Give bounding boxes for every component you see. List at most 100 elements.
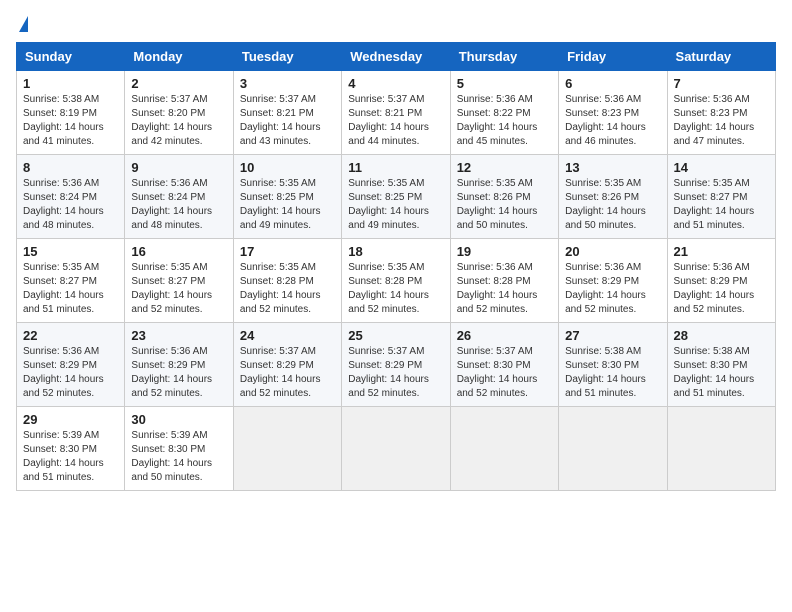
day-info: Sunrise: 5:37 AM Sunset: 8:29 PM Dayligh… <box>240 345 335 401</box>
calendar-cell <box>233 407 341 491</box>
calendar-cell: 16 Sunrise: 5:35 AM Sunset: 8:27 PM Dayli… <box>125 239 233 323</box>
day-info: Sunrise: 5:36 AM Sunset: 8:23 PM Dayligh… <box>565 93 660 149</box>
calendar-cell: 11Sunrise: 5:35 AM Sunset: 8:25 PM Dayli… <box>342 155 450 239</box>
day-number: 13 <box>565 160 660 175</box>
day-number: 25 <box>348 328 443 343</box>
calendar-cell: 24Sunrise: 5:37 AM Sunset: 8:29 PM Dayli… <box>233 323 341 407</box>
day-info: Sunrise: 5:37 AM Sunset: 8:20 PM Dayligh… <box>131 93 226 149</box>
day-number: 5 <box>457 76 552 91</box>
day-info: Sunrise: 5:36 AM Sunset: 8:29 PM Dayligh… <box>131 345 226 401</box>
day-number: 12 <box>457 160 552 175</box>
calendar-cell: 14 Sunrise: 5:35 AM Sunset: 8:27 PM Dayli… <box>667 155 775 239</box>
calendar-cell: 6 Sunrise: 5:36 AM Sunset: 8:23 PM Daylig… <box>559 71 667 155</box>
day-number: 15 <box>23 244 118 259</box>
day-info: Sunrise: 5:35 AM Sunset: 8:25 PM Dayligh… <box>240 177 335 233</box>
calendar-cell: 27Sunrise: 5:38 AM Sunset: 8:30 PM Dayli… <box>559 323 667 407</box>
day-number: 2 <box>131 76 226 91</box>
calendar-cell: 17 Sunrise: 5:35 AM Sunset: 8:28 PM Dayli… <box>233 239 341 323</box>
day-number: 14 <box>674 160 769 175</box>
calendar-cell: 3 Sunrise: 5:37 AM Sunset: 8:21 PM Daylig… <box>233 71 341 155</box>
calendar-cell: 12 Sunrise: 5:35 AM Sunset: 8:26 PM Dayli… <box>450 155 558 239</box>
calendar-cell: 28 Sunrise: 5:38 AM Sunset: 8:30 PM Dayli… <box>667 323 775 407</box>
day-number: 10 <box>240 160 335 175</box>
calendar-cell: 1 Sunrise: 5:38 AM Sunset: 8:19 PM Daylig… <box>17 71 125 155</box>
day-info: Sunrise: 5:37 AM Sunset: 8:21 PM Dayligh… <box>240 93 335 149</box>
day-info: Sunrise: 5:35 AM Sunset: 8:27 PM Dayligh… <box>131 261 226 317</box>
day-info: Sunrise: 5:35 AM Sunset: 8:26 PM Dayligh… <box>457 177 552 233</box>
calendar-cell: 2 Sunrise: 5:37 AM Sunset: 8:20 PM Daylig… <box>125 71 233 155</box>
calendar-cell: 29 Sunrise: 5:39 AM Sunset: 8:30 PM Dayli… <box>17 407 125 491</box>
day-number: 16 <box>131 244 226 259</box>
day-number: 21 <box>674 244 769 259</box>
page-header <box>16 16 776 30</box>
calendar-cell <box>559 407 667 491</box>
day-number: 29 <box>23 412 118 427</box>
calendar-cell: 30 Sunrise: 5:39 AM Sunset: 8:30 PM Dayli… <box>125 407 233 491</box>
calendar-cell: 26Sunrise: 5:37 AM Sunset: 8:30 PM Dayli… <box>450 323 558 407</box>
calendar-cell: 23 Sunrise: 5:36 AM Sunset: 8:29 PM Dayli… <box>125 323 233 407</box>
day-number: 8 <box>23 160 118 175</box>
day-number: 19 <box>457 244 552 259</box>
day-info: Sunrise: 5:36 AM Sunset: 8:22 PM Dayligh… <box>457 93 552 149</box>
day-info: Sunrise: 5:35 AM Sunset: 8:27 PM Dayligh… <box>23 261 118 317</box>
calendar-header-thursday: Thursday <box>450 43 558 71</box>
calendar-cell: 4 Sunrise: 5:37 AM Sunset: 8:21 PM Daylig… <box>342 71 450 155</box>
day-info: Sunrise: 5:37 AM Sunset: 8:21 PM Dayligh… <box>348 93 443 149</box>
calendar-header-saturday: Saturday <box>667 43 775 71</box>
day-number: 22 <box>23 328 118 343</box>
calendar-header-friday: Friday <box>559 43 667 71</box>
day-number: 18 <box>348 244 443 259</box>
day-info: Sunrise: 5:36 AM Sunset: 8:24 PM Dayligh… <box>23 177 118 233</box>
day-number: 17 <box>240 244 335 259</box>
calendar-cell: 8 Sunrise: 5:36 AM Sunset: 8:24 PM Daylig… <box>17 155 125 239</box>
calendar-cell <box>667 407 775 491</box>
day-info: Sunrise: 5:38 AM Sunset: 8:19 PM Dayligh… <box>23 93 118 149</box>
calendar-cell: 5 Sunrise: 5:36 AM Sunset: 8:22 PM Daylig… <box>450 71 558 155</box>
day-info: Sunrise: 5:37 AM Sunset: 8:29 PM Dayligh… <box>348 345 443 401</box>
day-info: Sunrise: 5:35 AM Sunset: 8:27 PM Dayligh… <box>674 177 769 233</box>
day-number: 28 <box>674 328 769 343</box>
calendar-header-sunday: Sunday <box>17 43 125 71</box>
day-info: Sunrise: 5:35 AM Sunset: 8:25 PM Dayligh… <box>348 177 443 233</box>
calendar-cell: 22 Sunrise: 5:36 AM Sunset: 8:29 PM Dayli… <box>17 323 125 407</box>
calendar-cell <box>342 407 450 491</box>
calendar-cell: 9 Sunrise: 5:36 AM Sunset: 8:24 PM Daylig… <box>125 155 233 239</box>
calendar-week-row: 15 Sunrise: 5:35 AM Sunset: 8:27 PM Dayli… <box>17 239 776 323</box>
day-number: 30 <box>131 412 226 427</box>
day-info: Sunrise: 5:36 AM Sunset: 8:29 PM Dayligh… <box>674 261 769 317</box>
calendar-cell: 21 Sunrise: 5:36 AM Sunset: 8:29 PM Dayli… <box>667 239 775 323</box>
calendar-cell: 18 Sunrise: 5:35 AM Sunset: 8:28 PM Dayli… <box>342 239 450 323</box>
calendar-week-row: 8 Sunrise: 5:36 AM Sunset: 8:24 PM Daylig… <box>17 155 776 239</box>
day-info: Sunrise: 5:38 AM Sunset: 8:30 PM Dayligh… <box>674 345 769 401</box>
day-number: 6 <box>565 76 660 91</box>
day-info: Sunrise: 5:36 AM Sunset: 8:29 PM Dayligh… <box>23 345 118 401</box>
day-info: Sunrise: 5:35 AM Sunset: 8:28 PM Dayligh… <box>240 261 335 317</box>
day-info: Sunrise: 5:35 AM Sunset: 8:26 PM Dayligh… <box>565 177 660 233</box>
day-number: 9 <box>131 160 226 175</box>
calendar-cell: 7 Sunrise: 5:36 AM Sunset: 8:23 PM Daylig… <box>667 71 775 155</box>
day-number: 4 <box>348 76 443 91</box>
day-info: Sunrise: 5:36 AM Sunset: 8:24 PM Dayligh… <box>131 177 226 233</box>
calendar-cell <box>450 407 558 491</box>
day-number: 23 <box>131 328 226 343</box>
calendar-week-row: 22 Sunrise: 5:36 AM Sunset: 8:29 PM Dayli… <box>17 323 776 407</box>
day-info: Sunrise: 5:36 AM Sunset: 8:23 PM Dayligh… <box>674 93 769 149</box>
day-info: Sunrise: 5:35 AM Sunset: 8:28 PM Dayligh… <box>348 261 443 317</box>
day-number: 3 <box>240 76 335 91</box>
calendar-cell: 15 Sunrise: 5:35 AM Sunset: 8:27 PM Dayli… <box>17 239 125 323</box>
day-info: Sunrise: 5:39 AM Sunset: 8:30 PM Dayligh… <box>23 429 118 485</box>
day-number: 20 <box>565 244 660 259</box>
day-number: 27 <box>565 328 660 343</box>
day-number: 1 <box>23 76 118 91</box>
calendar-cell: 10 Sunrise: 5:35 AM Sunset: 8:25 PM Dayli… <box>233 155 341 239</box>
day-info: Sunrise: 5:36 AM Sunset: 8:29 PM Dayligh… <box>565 261 660 317</box>
calendar-header-tuesday: Tuesday <box>233 43 341 71</box>
calendar-header-monday: Monday <box>125 43 233 71</box>
calendar-week-row: 1 Sunrise: 5:38 AM Sunset: 8:19 PM Daylig… <box>17 71 776 155</box>
day-number: 7 <box>674 76 769 91</box>
calendar-cell: 20 Sunrise: 5:36 AM Sunset: 8:29 PM Dayli… <box>559 239 667 323</box>
calendar-week-row: 29 Sunrise: 5:39 AM Sunset: 8:30 PM Dayli… <box>17 407 776 491</box>
logo-triangle-icon <box>19 16 28 32</box>
day-info: Sunrise: 5:39 AM Sunset: 8:30 PM Dayligh… <box>131 429 226 485</box>
calendar-cell: 13 Sunrise: 5:35 AM Sunset: 8:26 PM Dayli… <box>559 155 667 239</box>
